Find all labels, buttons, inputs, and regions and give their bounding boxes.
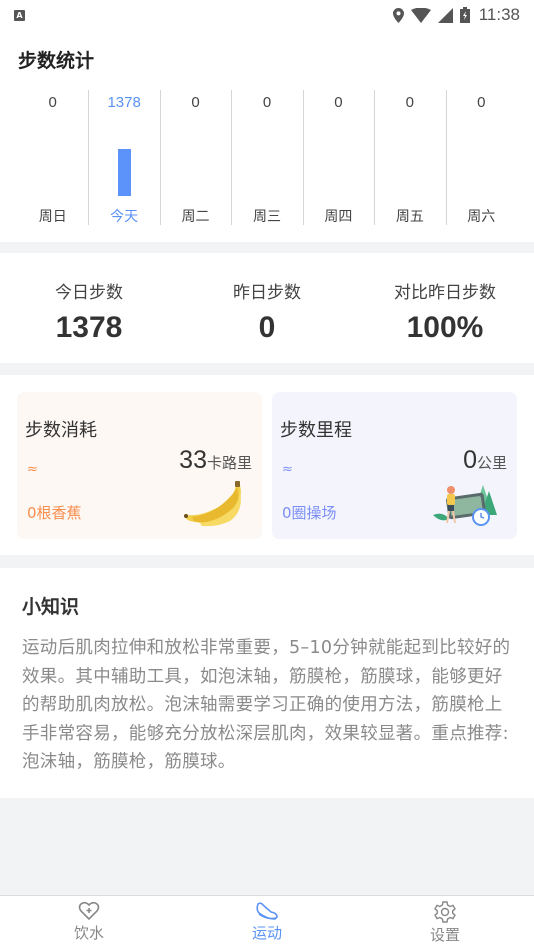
banana-icon (184, 481, 241, 527)
banana-equivalent: 0根香蕉 (27, 504, 82, 522)
runner-track-icon (433, 485, 497, 526)
cards-section: 步数消耗 ≈ 33卡路里 0根香蕉 步数里程 ≈ 0公里 0圈操场 (0, 375, 534, 555)
bar (117, 149, 131, 196)
x-tick-label: 周六 (467, 209, 496, 225)
approx-sign: ≈ (27, 462, 38, 477)
steps-statistics-section: 步数统计 0 周日 1378 今天 0 周二 0 周三 0 周四 0 周五 0 周六 (0, 30, 534, 242)
calories-unit: 卡路里 (206, 454, 252, 472)
distance-unit: 公里 (476, 454, 507, 472)
bar-value-label: 0 (477, 94, 486, 111)
steps-summary: 今日步数 1378 昨日步数 0 对比昨日步数 100% (0, 253, 534, 363)
bar-value-label: 0 (48, 94, 57, 111)
chart-column[interactable]: 0 周二 (160, 90, 231, 230)
column-divider (231, 90, 233, 225)
a-notification-icon: A (14, 9, 25, 21)
summary-value: 100% (406, 311, 484, 344)
tab-label: 设置 (429, 926, 460, 944)
tips-section: 小知识 运动后肌肉拉伸和放松非常重要，5–10分钟就能起到比较好的效果。其中辅助… (0, 568, 534, 798)
chart-column[interactable]: 0 周六 (446, 90, 517, 230)
wifi-icon (410, 7, 431, 23)
bottom-tab-bar: 饮水 运动 设置 (0, 895, 534, 950)
summary-compare: 对比昨日步数 100% (356, 253, 534, 363)
tab-label: 饮水 (73, 924, 104, 942)
x-tick-label: 周日 (38, 209, 67, 225)
column-divider (374, 90, 376, 225)
distance-value: 0公里 (463, 446, 507, 475)
card-title: 步数消耗 (25, 420, 97, 441)
bar-value-label: 0 (405, 94, 415, 111)
summary-label: 今日步数 (55, 283, 123, 303)
section-title: 步数统计 (18, 50, 95, 72)
gear-icon (434, 901, 456, 923)
chart-column[interactable]: 0 周日 (17, 90, 88, 230)
x-tick-label: 周五 (395, 209, 424, 225)
chart-column[interactable]: 0 周四 (303, 90, 374, 230)
summary-value: 1378 (55, 311, 123, 344)
battery-charging-icon (459, 7, 470, 23)
bar-value-label: 0 (262, 94, 272, 111)
summary-label: 对比昨日步数 (394, 283, 496, 303)
signal-icon (437, 7, 453, 23)
summary-today: 今日步数 1378 (0, 253, 178, 363)
calories-card[interactable]: 步数消耗 ≈ 33卡路里 0根香蕉 (17, 392, 262, 539)
x-tick-label: 周三 (252, 209, 281, 225)
column-divider (159, 90, 161, 225)
calories-number: 33 (179, 446, 207, 474)
distance-number: 0 (463, 446, 477, 474)
column-divider (445, 90, 447, 225)
summary-yesterday: 昨日步数 0 (178, 253, 356, 363)
status-time: 11:38 (478, 5, 520, 24)
tips-body: 运动后肌肉拉伸和放松非常重要，5–10分钟就能起到比较好的效果。其中辅助工具，如… (22, 638, 511, 772)
distance-card[interactable]: 步数里程 ≈ 0公里 0圈操场 (272, 392, 517, 539)
summary-label: 昨日步数 (233, 283, 301, 303)
bar-value-label: 0 (334, 94, 343, 111)
location-icon (392, 7, 404, 23)
calories-value: 33卡路里 (179, 446, 252, 475)
approx-sign: ≈ (282, 462, 293, 477)
summary-value: 0 (258, 311, 276, 344)
column-divider (88, 90, 90, 225)
tab-settings[interactable]: 设置 (356, 896, 534, 950)
tab-label: 运动 (251, 924, 282, 942)
sneaker-icon (256, 902, 278, 920)
column-divider (302, 90, 304, 225)
x-tick-label: 周四 (324, 209, 353, 225)
x-tick-label: 今天 (110, 209, 139, 225)
x-tick-label: 周二 (181, 209, 210, 225)
bar-value-label: 0 (191, 94, 200, 111)
heart-plus-icon (78, 901, 100, 921)
card-title: 步数里程 (280, 420, 352, 441)
track-equivalent: 0圈操场 (282, 504, 337, 522)
bar-value-label: 1378 (107, 94, 141, 111)
chart-column[interactable]: 1378 今天 (88, 90, 159, 230)
weekly-steps-chart: 0 周日 1378 今天 0 周二 0 周三 0 周四 0 周五 0 周六 (17, 90, 517, 230)
chart-column[interactable]: 0 周五 (374, 90, 445, 230)
tab-exercise[interactable]: 运动 (178, 896, 356, 950)
tab-drink-water[interactable]: 饮水 (0, 896, 178, 950)
chart-column[interactable]: 0 周三 (231, 90, 302, 230)
status-bar: A 11:38 (0, 0, 534, 30)
tips-title: 小知识 (22, 596, 80, 618)
